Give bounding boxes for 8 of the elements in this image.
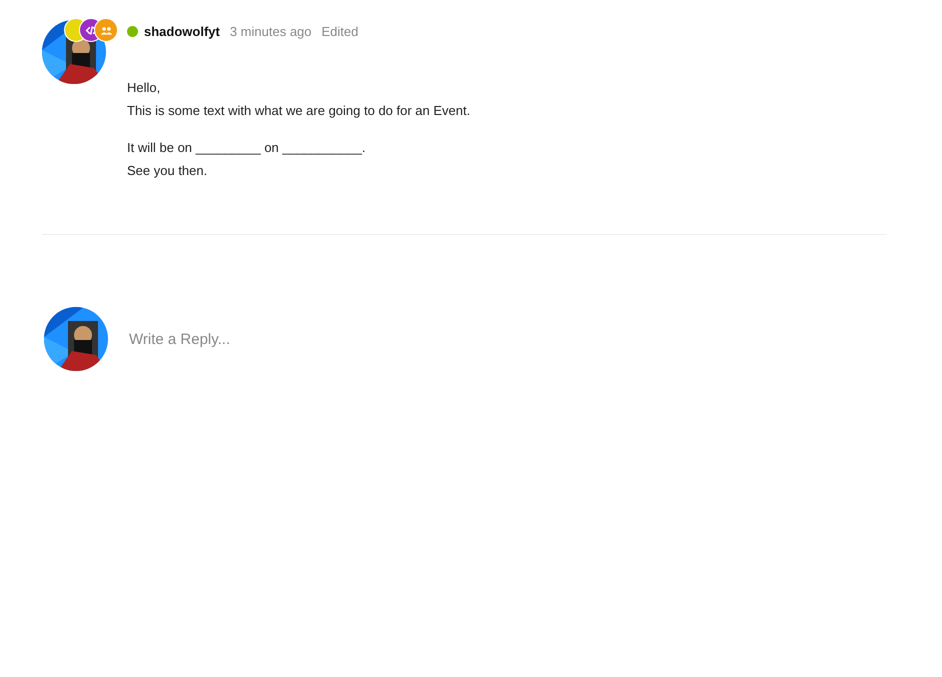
author-name[interactable]: shadowolfyt — [144, 24, 220, 39]
post-text: This is some text with what we are going to do for an Event. — [127, 102, 470, 120]
reply-field[interactable]: Write a Reply... — [129, 330, 529, 348]
post-text: See you then. — [127, 162, 208, 180]
post-text: Hello, — [127, 79, 162, 97]
edited-label: Edited — [322, 24, 358, 39]
post-text: It will be on _________ on ___________. — [127, 139, 367, 157]
post-time: 3 minutes ago — [230, 24, 312, 39]
